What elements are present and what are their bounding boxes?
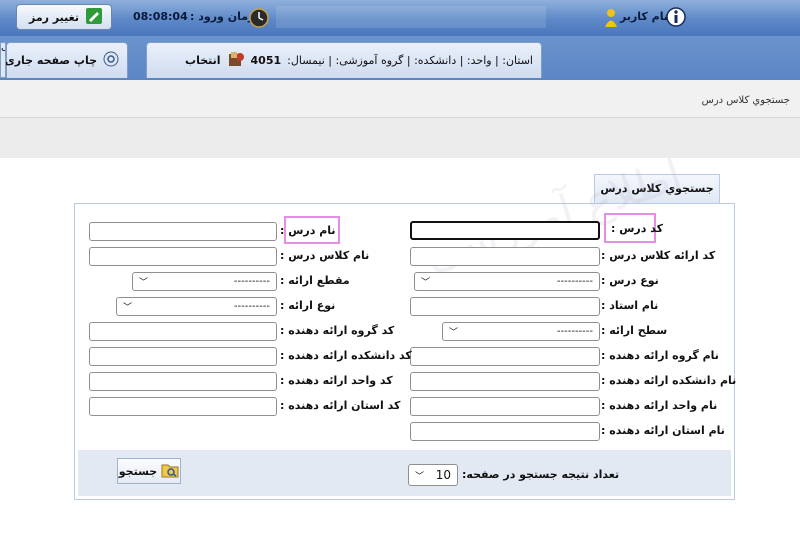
results-per-page-value: 10 [435,468,451,482]
print-icon [103,51,119,70]
search-button-label: جستجو [118,464,158,478]
course-type-select[interactable]: ﹀ ---------- [414,272,600,291]
unit-code-label: كد واحد ارائه دهنده : [280,374,393,387]
search-button[interactable]: جستجو [117,458,181,484]
offer-level-select[interactable]: ﹀ ---------- [442,322,600,341]
tab-edge-label: ب [1,43,5,54]
user-label: نام کاربر [620,10,668,23]
course-type-label: نوع درس : [601,274,659,287]
province-name-input[interactable] [410,422,600,441]
edit-icon [85,7,103,28]
login-time-label: زمان ورود : [190,10,255,23]
user-icon [604,8,618,31]
context-text: استان: | واحد: | دانشکده: | گروه آموزشی:… [287,54,533,67]
breadcrumb-bar: جستجوي كلاس درس [0,80,800,118]
change-password-label: تغییر رمز [29,10,79,24]
select-label: انتخاب [185,54,221,67]
group-code-input[interactable] [89,322,277,341]
faculty-code-input[interactable] [89,347,277,366]
offer-section-label: مقطع ارائه : [280,274,350,287]
clock-icon [249,8,269,31]
tab-context[interactable]: استان: | واحد: | دانشکده: | گروه آموزشی:… [146,42,542,78]
offer-type-label: نوع ارائه : [280,299,336,312]
class-name-input[interactable] [89,247,277,266]
faculty-name-input[interactable] [410,372,600,391]
tab-bar: استان: | واحد: | دانشکده: | گروه آموزشی:… [0,36,800,80]
info-icon[interactable] [666,7,686,30]
course-name-label: نام درس : [280,224,336,237]
print-label: چاپ صفحه جاری [4,54,97,67]
province-code-label: كد استان ارائه دهنده : [280,399,401,412]
offer-type-select[interactable]: ﹀ ---------- [116,297,277,316]
group-name-input[interactable] [410,347,600,366]
login-time: 08:08:04 [133,10,188,23]
offer-section-select[interactable]: ﹀ ---------- [132,272,277,291]
select-icon [227,50,245,71]
change-password-button[interactable]: تغییر رمز [16,4,112,30]
faculty-name-label: نام دانشكده ارائه دهنده : [601,374,737,387]
province-name-label: نام استان ارائه دهنده : [601,424,725,437]
class-offer-code-label: كد ارائه كلاس درس : [601,249,716,262]
class-name-label: نام كلاس درس : [280,249,370,262]
offer-level-label: سطح ارائه : [601,324,668,337]
faculty-code-label: كد دانشكده ارائه دهنده : [280,349,412,362]
breadcrumb: جستجوي كلاس درس [701,95,790,106]
chevron-down-icon: ﹀ [449,328,459,338]
chevron-down-icon: ﹀ [415,471,425,482]
group-name-label: نام گروه ارائه دهنده : [601,349,719,362]
semester-value: 4051 [250,54,282,67]
results-per-page-select[interactable]: ﹀ 10 [408,464,458,486]
chevron-down-icon: ﹀ [421,278,431,288]
top-bar: نام کاربر زمان ورود : 08:08:04 تغییر رمز [0,0,800,36]
course-code-input[interactable] [410,221,600,240]
chevron-down-icon: ﹀ [139,278,149,288]
chevron-down-icon: ﹀ [123,303,133,313]
offer-section-value: ---------- [233,276,270,287]
unit-name-input[interactable] [410,397,600,416]
tab-edge[interactable]: ب [0,42,6,78]
toolbar-band [0,118,800,158]
user-name-field [276,6,546,28]
results-per-page-label: تعداد نتیجه جستجو در صفحه: [462,468,620,481]
unit-name-label: نام واحد ارائه دهنده : [601,399,718,412]
course-name-input[interactable] [89,222,277,241]
teacher-name-label: نام استاد : [601,299,659,312]
offer-level-value: ---------- [556,326,593,337]
teacher-name-input[interactable] [410,297,600,316]
province-code-input[interactable] [89,397,277,416]
tab-print[interactable]: چاپ صفحه جاری [4,42,128,78]
group-code-label: كد گروه ارائه دهنده : [280,324,395,337]
class-offer-code-input[interactable] [410,247,600,266]
offer-type-value: ---------- [233,301,270,312]
course-code-label: كد درس : [611,222,663,235]
unit-code-input[interactable] [89,372,277,391]
course-type-value: ---------- [556,276,593,287]
search-folder-icon [161,462,179,481]
